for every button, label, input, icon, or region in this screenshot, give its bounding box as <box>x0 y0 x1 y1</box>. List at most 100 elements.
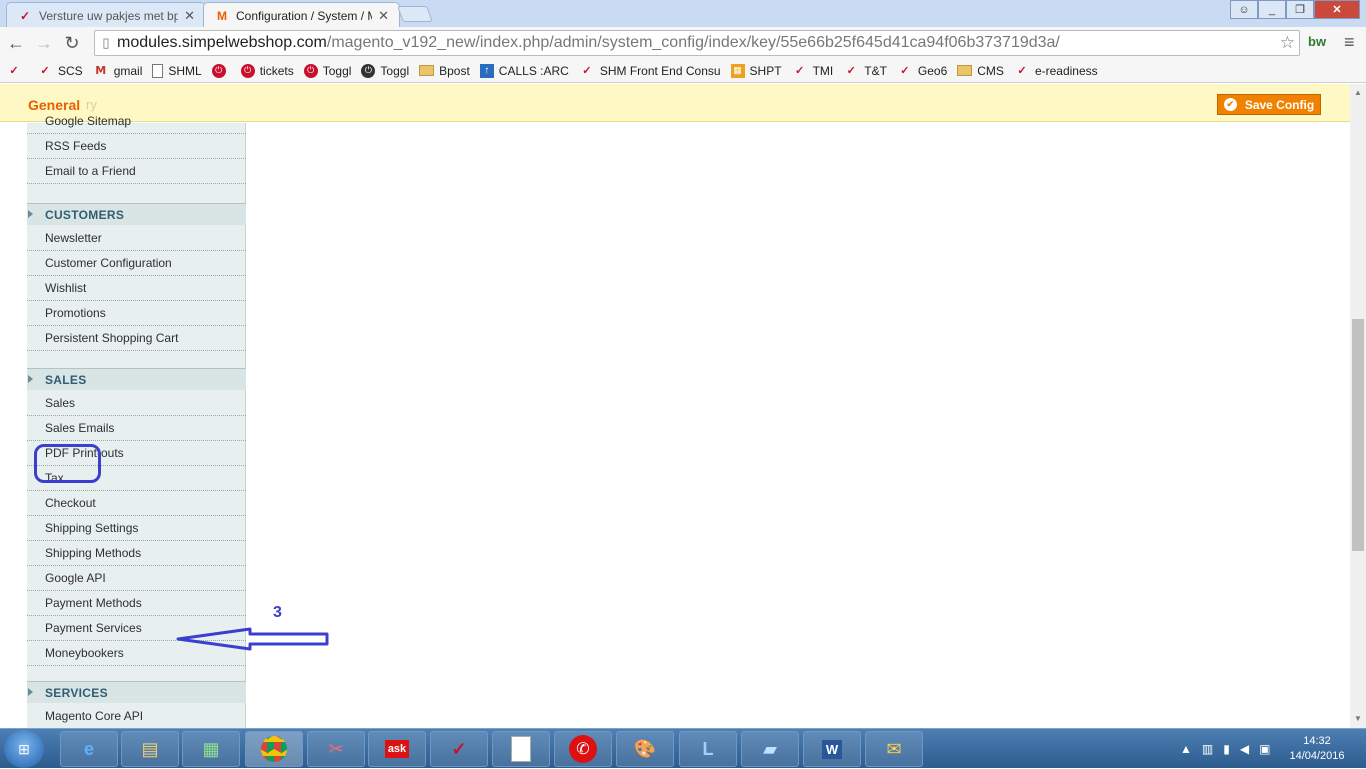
bookmark-label: T&T <box>864 63 887 78</box>
bookmark-item[interactable]: ⏻ tickets <box>240 63 294 78</box>
redmark-icon: ✓ <box>40 65 50 77</box>
group-services[interactable]: SERVICES <box>27 681 246 703</box>
maximize-button[interactable]: ❐ <box>1286 0 1314 19</box>
bookmark-item[interactable]: Mgmail <box>93 64 142 78</box>
bookmark-label: SHM Front End Consu <box>599 63 721 78</box>
paint-icon[interactable]: 🎨 <box>616 731 674 767</box>
redmark-icon: ✓ <box>900 65 910 77</box>
tab-versture[interactable]: ✓ Versture uw pakjes met bp ✕ <box>6 2 206 28</box>
bookmark-item[interactable]: ✓ T&T <box>843 64 887 78</box>
menu-icon[interactable]: ≡ <box>1344 32 1355 53</box>
sidebar-item[interactable]: Sales Emails <box>27 416 246 441</box>
sidebar-item[interactable]: Payment Methods <box>27 591 246 616</box>
sidebar-item[interactable]: RSS Feeds <box>27 134 246 159</box>
darkcirc-icon: ⏻ <box>361 63 376 78</box>
system-clock[interactable]: 14:32 14/04/2016 <box>1282 734 1352 764</box>
save-config-button[interactable]: ✔ Save Config <box>1217 94 1321 115</box>
volume-icon[interactable]: ◀ <box>1240 742 1249 756</box>
magento-favicon-icon: M <box>217 8 227 23</box>
bookmark-item[interactable]: SHML <box>152 63 202 78</box>
redcirc-icon: ⏻ <box>240 63 255 78</box>
blank-document-icon[interactable] <box>492 731 550 767</box>
sidebar-item[interactable]: Persistent Shopping Cart <box>27 326 246 351</box>
bookmark-label: tickets <box>259 63 294 78</box>
bookmark-label: SHPT <box>749 63 782 78</box>
minimize-button[interactable]: _ <box>1258 0 1286 19</box>
bpost-favicon-icon: ✓ <box>19 8 31 23</box>
network-icon[interactable]: ▣ <box>1259 742 1270 756</box>
forward-icon[interactable]: → <box>30 33 58 54</box>
bookmark-item[interactable]: ▦ SHPT <box>730 63 782 78</box>
sidebar-item[interactable]: Promotions <box>27 301 246 326</box>
new-tab-button[interactable] <box>397 6 433 22</box>
close-tab-icon[interactable]: ✕ <box>184 8 195 24</box>
redmark-icon: ✓ <box>9 65 19 77</box>
bookmark-item[interactable]: ✓ SHM Front End Consu <box>579 63 721 78</box>
sidebar-item[interactable]: Wishlist <box>27 276 246 301</box>
bookmark-item[interactable]: ✓ SCS <box>37 63 83 78</box>
bookmark-item[interactable]: ⏻ Toggl <box>361 63 409 78</box>
lync-icon[interactable]: L <box>679 731 737 767</box>
sidebar-item[interactable]: Newsletter <box>27 226 246 251</box>
device-icon[interactable]: ▥ <box>1202 742 1213 756</box>
scroll-down-icon[interactable]: ▼ <box>1354 714 1362 723</box>
close-window-button[interactable]: ✕ <box>1314 0 1360 19</box>
orangebox-icon: ▦ <box>730 63 745 78</box>
page-scrollbar[interactable]: ▲ ▼ <box>1350 84 1366 728</box>
notepad-icon[interactable]: ▰ <box>741 731 799 767</box>
bookmark-item[interactable]: CMS <box>957 64 1004 78</box>
bookmark-label: SCS <box>58 63 83 78</box>
sidebar-item[interactable]: Google Sitemap <box>27 109 246 134</box>
bookmark-label: Toggl <box>322 63 352 78</box>
sidebar-item[interactable]: Google API <box>27 566 246 591</box>
bpost-icon[interactable]: ✓ <box>430 731 488 767</box>
phone-icon[interactable]: ✆ <box>554 731 612 767</box>
bookmark-item[interactable]: ↑ CALLS :ARC <box>479 63 569 78</box>
step-number: 3 <box>273 604 282 621</box>
snipping-tool-icon[interactable]: ✂ <box>307 731 365 767</box>
bookmark-item[interactable]: ✓ e-readiness <box>1014 64 1097 78</box>
battery-icon[interactable]: ▮ <box>1223 742 1230 756</box>
outlook-icon[interactable]: ✉ <box>865 731 923 767</box>
windows-taskbar: ⊞ e ▤ ▦ ✂ ask ✓ ✆ 🎨 L ▰ W ✉ ▲ ▥ ▮ ◀ ▣ 14… <box>0 728 1366 768</box>
checkmark-icon: ✔ <box>1223 98 1237 111</box>
folder-icon <box>419 65 435 76</box>
redcirc-icon: ⏻ <box>211 63 226 78</box>
scrollbar-thumb[interactable] <box>1352 319 1364 551</box>
sidebar-item[interactable]: Sales <box>27 391 246 416</box>
internet-explorer-icon[interactable]: e <box>60 731 118 767</box>
sidebar-item[interactable]: Customer Configuration <box>27 251 246 276</box>
sidebar-item[interactable]: Shipping Methods <box>27 541 246 566</box>
reload-icon[interactable]: ↻ <box>58 33 86 54</box>
bookmark-item[interactable]: ⏻ Toggl <box>303 63 352 78</box>
address-bar[interactable]: ▯ modules.simpelwebshop.com /magento_v19… <box>94 30 1300 56</box>
sidebar-item[interactable]: Shipping Settings <box>27 516 246 541</box>
close-tab-icon[interactable]: ✕ <box>378 8 389 24</box>
sidebar-item[interactable]: Magento Core API <box>27 704 246 728</box>
task-manager-icon[interactable]: ▦ <box>182 731 240 767</box>
bookmark-star-icon[interactable]: ☆ <box>1280 33 1295 53</box>
file-explorer-icon[interactable]: ▤ <box>121 731 179 767</box>
extension-bw-icon[interactable]: bw <box>1308 34 1326 49</box>
sidebar-item[interactable]: Checkout <box>27 491 246 516</box>
scroll-up-icon[interactable]: ▲ <box>1354 88 1362 97</box>
bookmark-item[interactable]: ✓ <box>6 64 27 78</box>
bookmark-item[interactable]: ⏻ <box>211 63 231 78</box>
back-icon[interactable]: ← <box>2 33 30 54</box>
group-title: SALES <box>45 372 87 387</box>
clock-time: 14:32 <box>1303 735 1331 747</box>
ask-it-icon[interactable]: ask <box>368 731 426 767</box>
group-customers[interactable]: CUSTOMERS <box>27 203 246 225</box>
sidebar-item[interactable]: Email to a Friend <box>27 159 246 184</box>
chrome-icon[interactable] <box>245 731 303 767</box>
bookmark-item[interactable]: Bpost <box>419 64 470 78</box>
user-icon[interactable]: ☺ <box>1230 0 1258 19</box>
word-icon[interactable]: W <box>803 731 861 767</box>
show-hidden-icons-icon[interactable]: ▲ <box>1180 742 1192 756</box>
tab-configuration[interactable]: M Configuration / System / M ✕ <box>203 2 400 28</box>
group-sales[interactable]: SALES <box>27 368 246 390</box>
bookmark-item[interactable]: ✓ TMI <box>792 64 833 78</box>
collapse-arrow-icon <box>28 210 33 218</box>
bookmark-item[interactable]: ✓ Geo6 <box>897 64 947 78</box>
start-button-icon[interactable]: ⊞ <box>4 730 44 768</box>
